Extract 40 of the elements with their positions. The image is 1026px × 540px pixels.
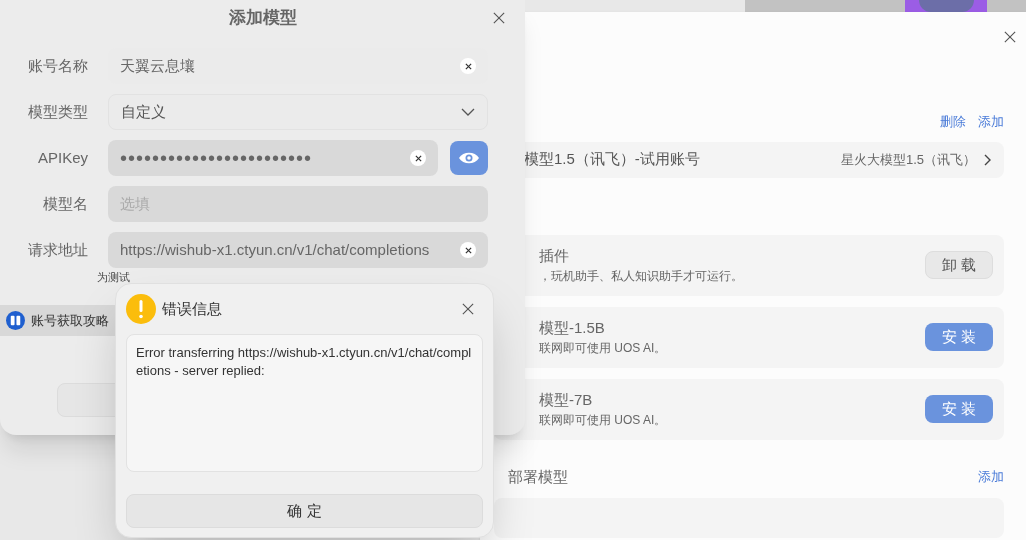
install-button[interactable]: 安 装 (925, 395, 993, 423)
model-description: ，玩机助手、私人知识助手才可运行。 (539, 268, 744, 286)
confirm-button[interactable]: 确 定 (126, 494, 483, 528)
close-icon[interactable] (1004, 31, 1016, 43)
warning-icon (126, 294, 156, 324)
account-action-link[interactable]: 删除 (940, 112, 966, 132)
close-icon[interactable] (493, 12, 505, 24)
dialog-title: 添加模型 (228, 7, 297, 30)
hint-text: 为测试 (97, 271, 130, 283)
model-title: 插件 (539, 245, 570, 266)
model-type-select[interactable]: 自定义 (108, 94, 488, 130)
chevron-right-icon (984, 153, 992, 166)
model-description: 联网即可使用 UOS AI。 (539, 412, 668, 430)
close-icon[interactable] (462, 303, 474, 315)
section-title: 部署模型 (507, 466, 568, 487)
model-title: 模型-1.5B (539, 317, 606, 338)
clear-icon[interactable] (410, 150, 426, 166)
apikey-field[interactable]: •••••••••••••••••••••••• (108, 140, 438, 176)
clear-icon[interactable] (460, 242, 476, 258)
eye-icon (458, 151, 480, 165)
chevron-down-icon (461, 108, 475, 116)
account-action-link[interactable]: 添加 (978, 112, 1004, 132)
clear-icon[interactable] (460, 58, 476, 74)
error-title: 错误信息 (162, 298, 223, 319)
show-password-button[interactable] (450, 141, 488, 175)
field-label: 请求地址 (27, 239, 88, 260)
model-title: 模型-7B (539, 389, 594, 410)
book-icon (6, 311, 25, 330)
account-model: 星火大模型1.5（讯飞） (840, 150, 976, 169)
text-field[interactable]: https://wishub-x1.ctyun.cn/v1/chat/completions (108, 232, 488, 268)
add-link[interactable]: 添加 (978, 467, 1004, 487)
field-label: 模型名 (42, 193, 88, 214)
uninstall-button[interactable]: 卸 载 (925, 251, 993, 279)
account-name: 模型1.5（讯飞）-试用账号 (524, 149, 701, 170)
field-label: 模型类型 (27, 101, 88, 122)
field-label: APIKey (36, 147, 88, 168)
model-description: 联网即可使用 UOS AI。 (539, 340, 668, 358)
install-button[interactable]: 安 装 (925, 323, 993, 351)
field-label: 账号名称 (27, 55, 88, 76)
error-message: Error transferring https://wishub-x1.ctyun.cn/v1/chat/completions - server replied: (136, 344, 473, 380)
